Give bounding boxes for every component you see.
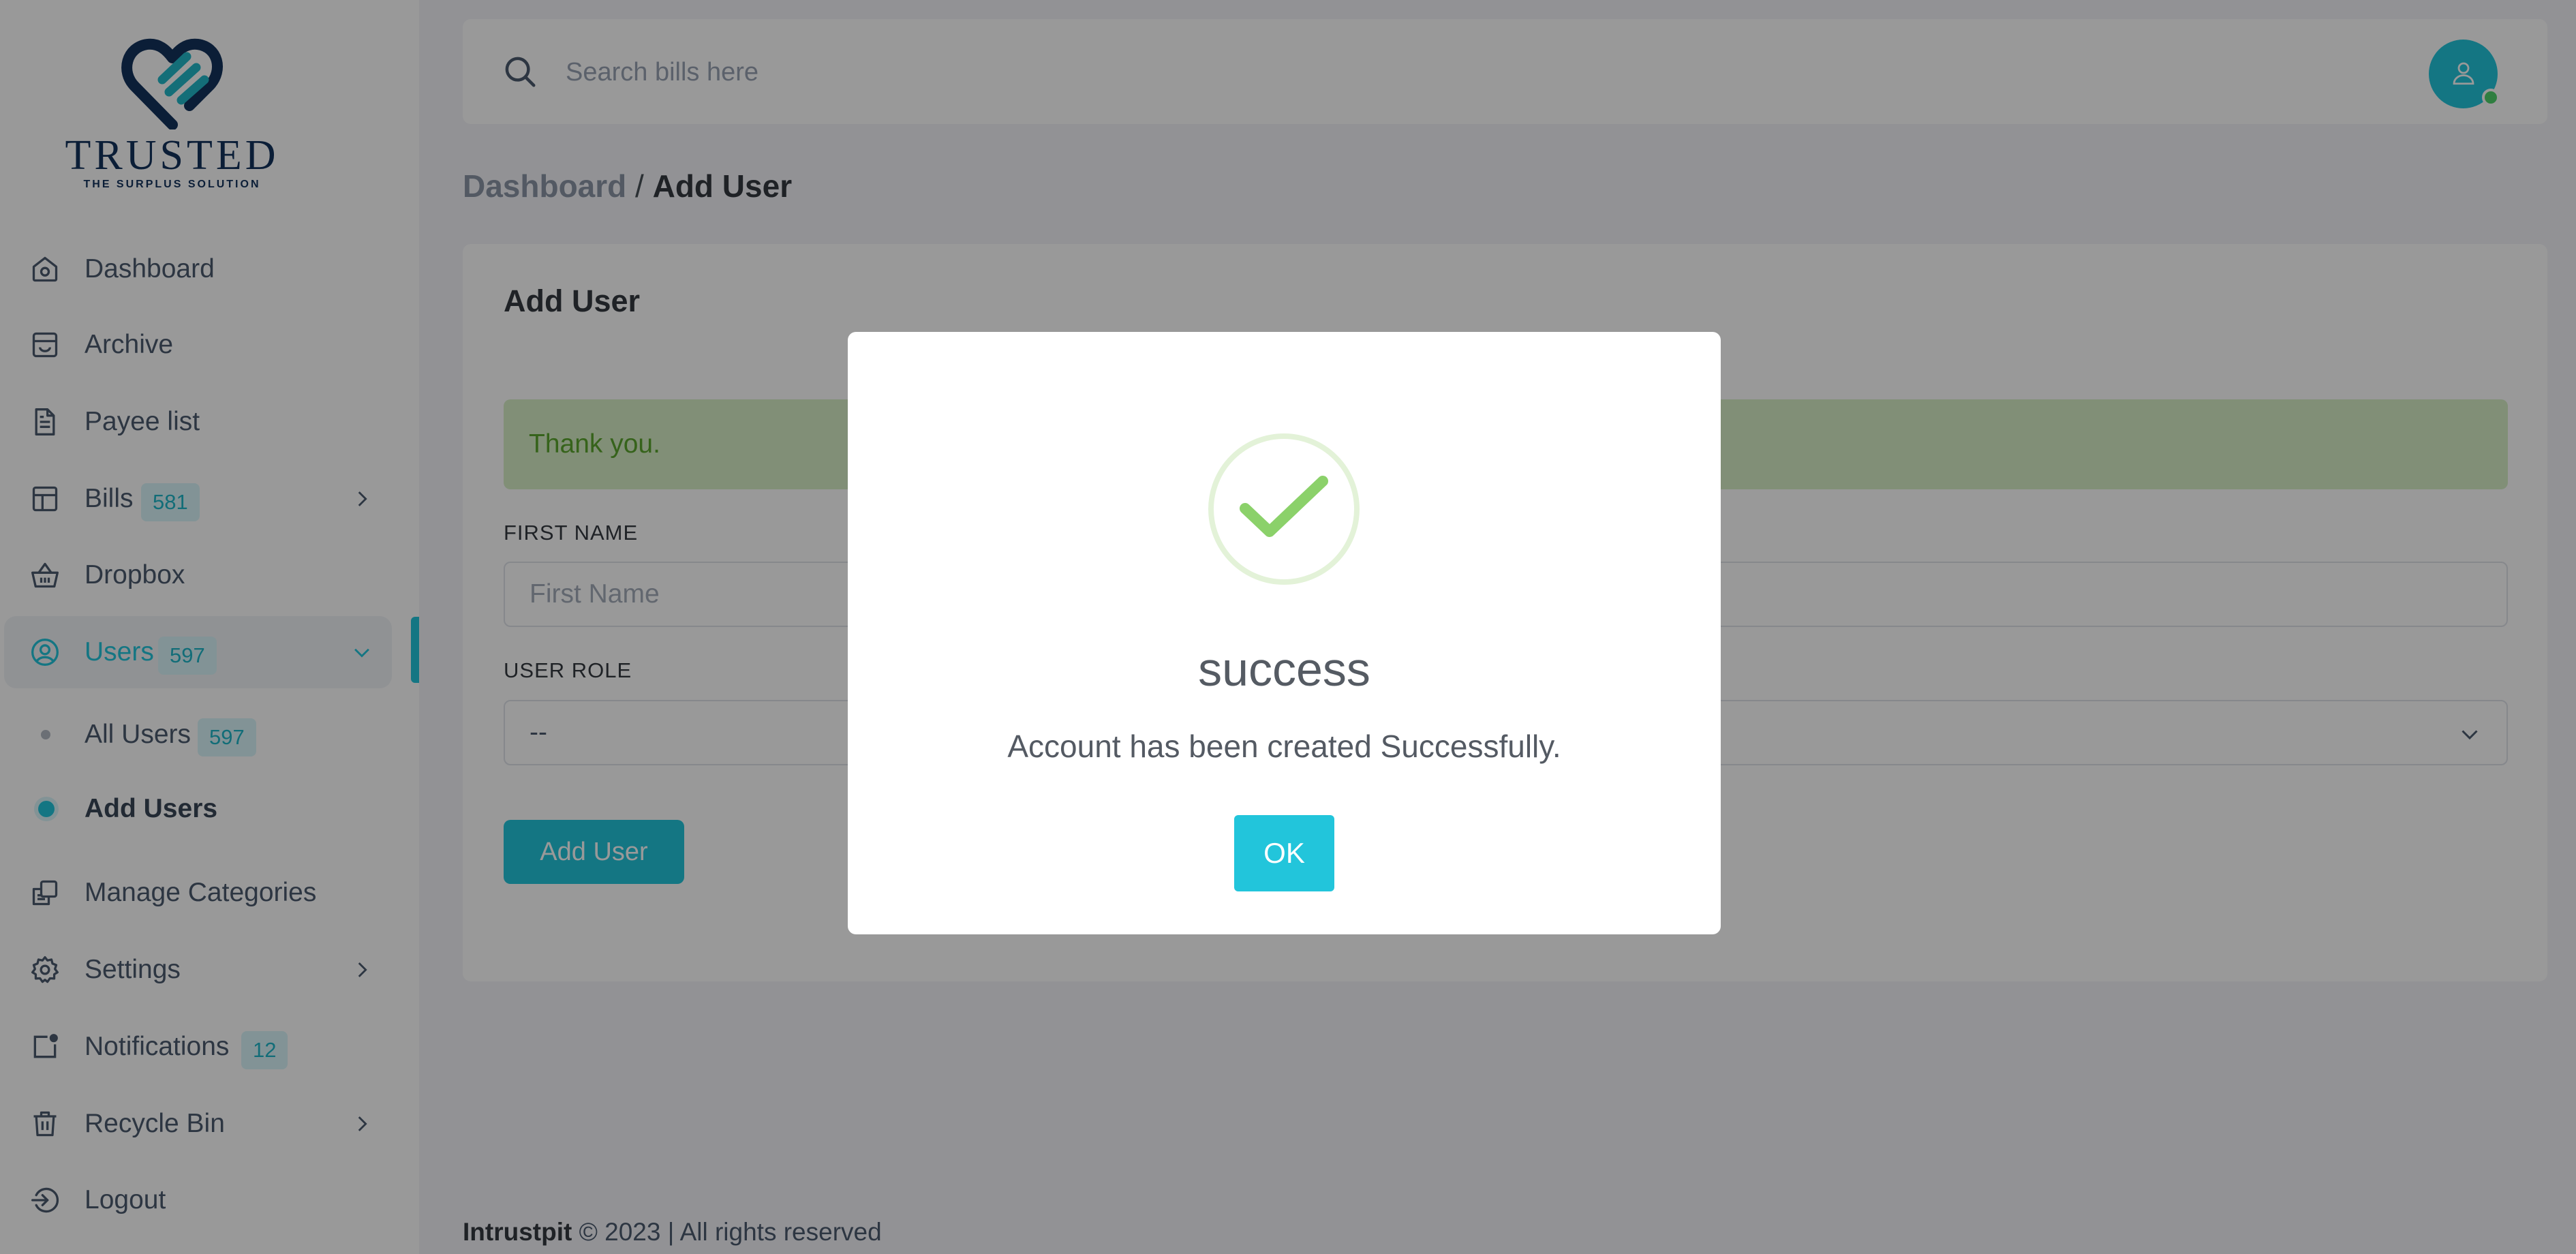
success-check-icon [1208,433,1360,585]
checkmark-icon [1240,476,1328,537]
dialog-title: success [1198,643,1370,696]
ok-button[interactable]: OK [1234,815,1334,891]
dialog-message: Account has been created Successfully. [1007,729,1561,764]
